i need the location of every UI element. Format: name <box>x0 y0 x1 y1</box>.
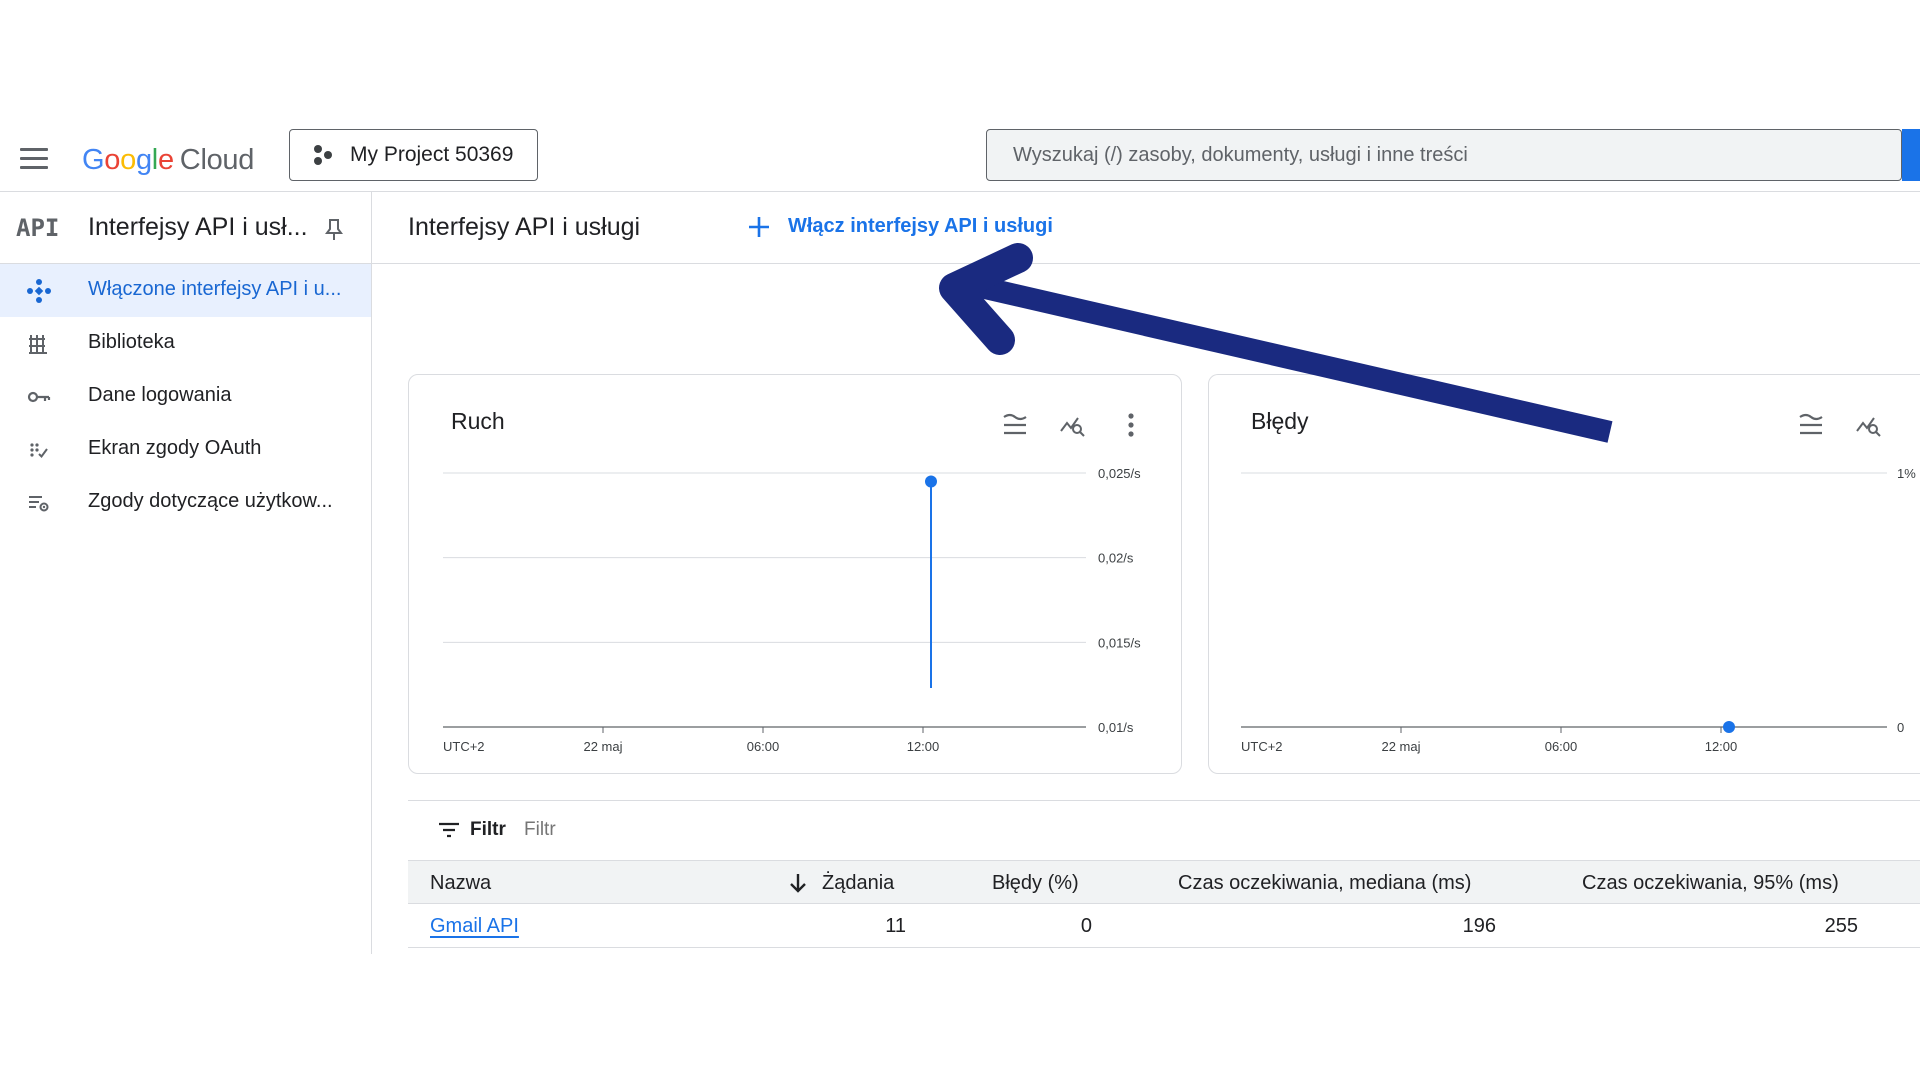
sidebar-item-label: Biblioteka <box>88 331 175 353</box>
sidebar-item-oauth-consent[interactable]: Ekran zgody OAuth <box>0 423 371 476</box>
column-header-name[interactable]: Nazwa <box>430 872 491 895</box>
y-tick-label: 1% <box>1897 466 1916 481</box>
key-icon <box>27 391 51 403</box>
annotation-arrow-head <box>939 243 1033 355</box>
search-placeholder: Wyszukaj (/) zasoby, dokumenty, usługi i… <box>1013 143 1468 166</box>
enable-apis-button[interactable]: Włącz interfejsy API i usługi <box>748 215 1053 238</box>
table-header-row: Nazwa Żądania Błędy (%) Czas oczekiwania… <box>408 860 1920 904</box>
errors-chart-card: Błędy 1% 0 UTC+2 22 maj 06:00 12:00 <box>1208 374 1920 774</box>
sidebar-item-label: Włączone interfejsy API i u... <box>88 278 342 300</box>
y-tick-label: 0,02/s <box>1098 551 1134 566</box>
api-nodes-icon <box>27 279 51 303</box>
sidebar: API Interfejsy API i usł... Włączone int… <box>0 192 372 954</box>
sort-descending-icon[interactable] <box>788 872 808 894</box>
project-name: My Project 50369 <box>350 143 514 166</box>
filter-input[interactable] <box>524 816 1024 844</box>
errors-cell: 0 <box>1080 915 1092 937</box>
column-header-errors[interactable]: Błędy (%) <box>992 872 1079 895</box>
plus-icon <box>749 216 769 237</box>
column-header-latency-median[interactable]: Czas oczekiwania, mediana (ms) <box>1178 872 1471 895</box>
x-tick-label: UTC+2 <box>1241 739 1283 754</box>
x-tick-label: UTC+2 <box>443 739 485 754</box>
main-menu-icon[interactable] <box>20 148 48 170</box>
requests-cell: 11 <box>885 915 906 937</box>
search-input[interactable]: Wyszukaj (/) zasoby, dokumenty, usługi i… <box>986 129 1902 181</box>
logo-cloud-text: Cloud <box>179 144 255 176</box>
x-tick-label: 22 maj <box>1381 739 1420 754</box>
x-tick-label: 12:00 <box>1705 739 1738 754</box>
enable-apis-label: Włącz interfejsy API i usługi <box>788 215 1053 237</box>
project-hierarchy-icon <box>312 143 336 167</box>
sidebar-item-label: Ekran zgody OAuth <box>88 437 262 459</box>
series-point <box>1723 721 1735 733</box>
traffic-chart-plot: 0,025/s 0,02/s 0,015/s 0,01/s UTC+2 22 maj 06:… <box>443 466 1141 754</box>
latency-p95-cell: 255 <box>1824 915 1858 937</box>
filter-button[interactable]: Filtr <box>438 819 506 841</box>
pin-icon[interactable] <box>324 218 344 242</box>
project-picker-button[interactable]: My Project 50369 <box>289 129 538 181</box>
y-tick-label: 0,015/s <box>1098 635 1141 650</box>
api-badge-icon: API <box>16 214 60 242</box>
x-tick-label: 06:00 <box>747 739 780 754</box>
table-row: Gmail API 11 0 196 255 <box>408 904 1920 948</box>
apis-table: Nazwa Żądania Błędy (%) Czas oczekiwania… <box>408 860 1920 948</box>
sidebar-item-enabled-apis[interactable]: Włączone interfejsy API i u... <box>0 264 371 317</box>
search-button[interactable] <box>1902 129 1920 181</box>
y-tick-label: 0,025/s <box>1098 466 1141 481</box>
sidebar-header: API Interfejsy API i usł... <box>0 192 371 264</box>
x-tick-label: 22 maj <box>583 739 622 754</box>
main-header: Interfejsy API i usługi Włącz interfejsy… <box>372 192 1920 264</box>
latency-median-cell: 196 <box>1462 915 1496 937</box>
filter-label: Filtr <box>470 819 506 840</box>
filter-icon <box>439 822 459 838</box>
errors-chart-plot: 1% 0 UTC+2 22 maj 06:00 12:00 <box>1241 466 1916 754</box>
y-tick-label: 0 <box>1897 720 1904 735</box>
logo-google-text: Google <box>82 144 174 176</box>
x-tick-label: 06:00 <box>1545 739 1578 754</box>
google-cloud-logo[interactable]: Google Cloud <box>82 140 254 180</box>
column-header-latency-p95[interactable]: Czas oczekiwania, 95% (ms) <box>1582 872 1839 895</box>
x-tick-label: 12:00 <box>907 739 940 754</box>
series-point <box>925 475 937 488</box>
page-title: Interfejsy API i usługi <box>408 213 641 241</box>
user-consent-settings-icon <box>29 496 49 512</box>
sidebar-item-user-consent[interactable]: Zgody dotyczące użytkow... <box>0 476 371 529</box>
oauth-consent-icon <box>30 443 48 459</box>
sidebar-item-label: Dane logowania <box>88 384 232 406</box>
api-name-link[interactable]: Gmail API <box>430 915 519 938</box>
table-filter-bar: Filtr <box>408 800 1920 860</box>
sidebar-item-credentials[interactable]: Dane logowania <box>0 370 371 423</box>
library-icon <box>29 335 47 354</box>
top-header: Google Cloud My Project 50369 Wyszukaj (/… <box>0 128 1920 192</box>
column-header-requests[interactable]: Żądania <box>822 872 894 895</box>
sidebar-item-label: Zgody dotyczące użytkow... <box>88 490 333 512</box>
y-tick-label: 0,01/s <box>1098 720 1134 735</box>
traffic-chart-card: Ruch 0,025/s 0,02/s 0,015/s 0,01/s UTC+2 22 m… <box>408 374 1182 774</box>
sidebar-item-library[interactable]: Biblioteka <box>0 317 371 370</box>
sidebar-title: Interfejsy API i usł... <box>88 213 308 241</box>
